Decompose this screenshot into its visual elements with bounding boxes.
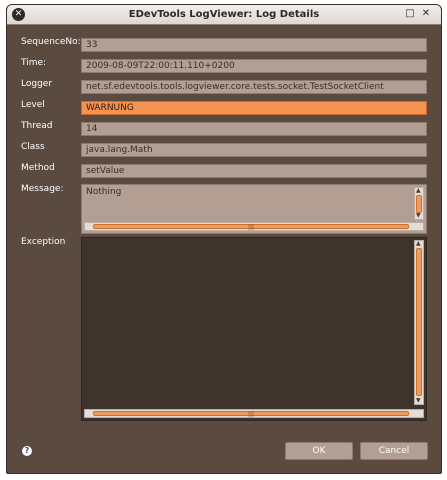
message-text: Nothing — [86, 187, 122, 197]
exception-hscrollbar[interactable]: ||| — [84, 409, 424, 418]
method-label: Method — [21, 163, 55, 173]
message-label: Message: — [21, 184, 64, 194]
level-label: Level — [21, 100, 45, 110]
log-details-window: ✕ EDevTools LogViewer: Log Details □ ✕ S… — [6, 4, 442, 474]
thread-label: Thread — [21, 121, 53, 131]
logger-label: Logger — [21, 79, 53, 89]
title-bar: ✕ EDevTools LogViewer: Log Details □ ✕ — [7, 5, 441, 25]
exception-vscrollbar[interactable]: ▲ ▼ — [414, 240, 424, 405]
logger-field[interactable]: net.sf.edevtools.tools.logviewer.core.te… — [81, 80, 427, 94]
maximize-icon[interactable]: □ — [405, 9, 415, 19]
message-vscrollbar[interactable]: ▲ ▼ — [414, 187, 424, 220]
cancel-button[interactable]: Cancel — [360, 442, 428, 460]
exception-vscroll-thumb[interactable] — [416, 248, 422, 396]
grip-icon: ||| — [247, 224, 255, 231]
method-field[interactable]: setValue — [81, 164, 427, 178]
sequence-label: SequenceNo: — [21, 37, 81, 47]
scroll-up-arrow-icon[interactable]: ▲ — [416, 188, 421, 194]
window-title: EDevTools LogViewer: Log Details — [128, 9, 320, 20]
class-label: Class — [21, 142, 45, 152]
help-icon[interactable]: ? — [22, 446, 32, 456]
class-field[interactable]: java.lang.Math — [81, 143, 427, 157]
grip-icon: ||| — [247, 411, 255, 418]
scroll-down-arrow-icon[interactable]: ▼ — [416, 213, 421, 219]
sequence-field[interactable]: 33 — [81, 38, 427, 52]
message-hscrollbar[interactable]: ||| — [84, 222, 424, 231]
exception-textarea[interactable]: ▲ ▼ ||| — [81, 237, 427, 421]
time-field[interactable]: 2009-08-09T22:00:11.110+0200 — [81, 59, 427, 73]
thread-field[interactable]: 14 — [81, 122, 427, 136]
level-field[interactable]: WARNUNG — [81, 101, 427, 115]
close-window-icon[interactable]: ✕ — [421, 9, 431, 19]
message-vscroll-thumb[interactable] — [416, 195, 422, 213]
message-textarea[interactable]: Nothing ▲ ▼ ||| — [81, 184, 427, 234]
message-hscroll-thumb[interactable]: ||| — [93, 224, 409, 231]
ok-button[interactable]: OK — [285, 442, 353, 460]
scroll-up-arrow-icon[interactable]: ▲ — [416, 241, 421, 247]
time-label: Time: — [21, 58, 47, 68]
scroll-down-arrow-icon[interactable]: ▼ — [416, 398, 421, 404]
exception-hscroll-thumb[interactable]: ||| — [93, 411, 409, 418]
exception-label: Exception — [21, 237, 66, 247]
